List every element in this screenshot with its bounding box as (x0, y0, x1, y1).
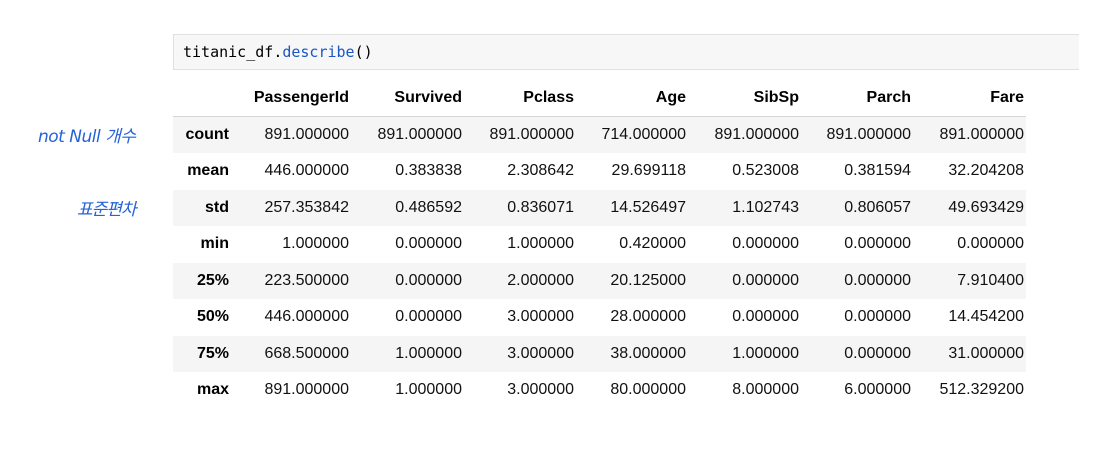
column-header: PassengerId (231, 80, 351, 117)
table-cell: 32.204208 (948, 162, 1024, 180)
dataframe-output-table: PassengerId Survived Pclass Age SibSp Pa… (173, 80, 1026, 409)
column-header: Age (576, 80, 688, 117)
table-cell: 0.000000 (957, 235, 1024, 253)
table-cell: 1.000000 (507, 235, 574, 253)
table-cell: 0.000000 (395, 235, 462, 253)
table-cell: 0.486592 (395, 198, 462, 216)
table-cell: 0.523008 (732, 162, 799, 180)
table-cell: 512.329200 (939, 381, 1024, 399)
table-row: min 1.000000 0.000000 1.000000 0.420000 … (173, 226, 1026, 263)
table-row: mean 446.000000 0.383838 2.308642 29.699… (173, 153, 1026, 190)
row-label: min (200, 235, 229, 253)
table-cell: 20.125000 (610, 271, 686, 289)
table-row: 50% 446.000000 0.000000 3.000000 28.0000… (173, 299, 1026, 336)
table-cell: 38.000000 (610, 344, 686, 362)
table-cell: 223.500000 (264, 271, 349, 289)
table-cell: 0.420000 (619, 235, 686, 253)
row-label: 25% (196, 271, 229, 289)
table-cell: 891.000000 (939, 126, 1024, 143)
row-label: 50% (196, 308, 229, 326)
table-cell: 257.353842 (264, 198, 349, 216)
table-cell: 49.693429 (948, 198, 1024, 216)
table-header-row: PassengerId Survived Pclass Age SibSp Pa… (173, 80, 1026, 117)
table-cell: 31.000000 (948, 344, 1024, 362)
index-header (173, 80, 231, 117)
table-cell: 0.000000 (732, 308, 799, 326)
table-cell: 1.000000 (395, 344, 462, 362)
table-cell: 1.102743 (732, 198, 799, 216)
column-header: Pclass (464, 80, 576, 117)
handwritten-note-std: 표준편차 (77, 200, 137, 220)
table-cell: 891.000000 (264, 126, 349, 143)
code-parens: () (354, 43, 373, 61)
code-variable: titanic_df (183, 43, 274, 61)
table-cell: 446.000000 (264, 308, 349, 326)
table-row: 75% 668.500000 1.000000 3.000000 38.0000… (173, 335, 1026, 372)
row-label: 75% (196, 344, 229, 362)
table-cell: 3.000000 (507, 308, 574, 326)
table-cell: 891.000000 (826, 126, 911, 143)
table-cell: 0.000000 (732, 235, 799, 253)
table-row: std 257.353842 0.486592 0.836071 14.5264… (173, 189, 1026, 226)
table-cell: 14.526497 (610, 198, 686, 216)
table-cell: 0.000000 (844, 344, 911, 362)
row-label: mean (187, 162, 229, 180)
table-cell: 28.000000 (610, 308, 686, 326)
table-cell: 2.308642 (507, 162, 574, 180)
table-cell: 1.000000 (732, 344, 799, 362)
table-cell: 3.000000 (507, 344, 574, 362)
table-cell: 6.000000 (844, 381, 911, 399)
code-cell-input[interactable]: titanic_df.describe() (173, 34, 1079, 70)
table-cell: 0.806057 (844, 198, 911, 216)
table-cell: 8.000000 (732, 381, 799, 399)
table-cell: 891.000000 (377, 126, 462, 143)
table-cell: 0.000000 (395, 271, 462, 289)
column-header: Parch (801, 80, 913, 117)
table-cell: 14.454200 (948, 308, 1024, 326)
table-cell: 0.000000 (395, 308, 462, 326)
table-cell: 0.000000 (732, 271, 799, 289)
table-row: count 891.000000 891.000000 891.000000 7… (173, 116, 1026, 153)
table-cell: 891.000000 (264, 381, 349, 399)
row-label: max (196, 381, 229, 399)
table-cell: 0.836071 (507, 198, 574, 216)
table-cell: 891.000000 (714, 126, 799, 143)
table-cell: 714.000000 (601, 126, 686, 143)
table-cell: 1.000000 (282, 235, 349, 253)
table-cell: 0.383838 (395, 162, 462, 180)
handwritten-note-count: not Null 개수 (38, 127, 136, 147)
table-cell: 80.000000 (610, 381, 686, 399)
row-label: std (205, 198, 229, 216)
row-label: count (185, 126, 229, 143)
table-cell: 2.000000 (507, 271, 574, 289)
code-dot: . (273, 43, 283, 61)
table-cell: 7.910400 (957, 271, 1024, 289)
table-cell: 0.000000 (844, 308, 911, 326)
table-cell: 668.500000 (264, 344, 349, 362)
table-row: 25% 223.500000 0.000000 2.000000 20.1250… (173, 262, 1026, 299)
table-cell: 29.699118 (611, 162, 686, 180)
table-cell: 1.000000 (395, 381, 462, 399)
table-cell: 0.381594 (844, 162, 911, 180)
table-cell: 0.000000 (844, 235, 911, 253)
code-method: describe (282, 43, 355, 61)
column-header: Survived (351, 80, 464, 117)
column-header: Fare (913, 80, 1026, 117)
table-row: max 891.000000 1.000000 3.000000 80.0000… (173, 372, 1026, 409)
table-cell: 0.000000 (844, 271, 911, 289)
table-cell: 891.000000 (489, 126, 574, 143)
column-header: SibSp (688, 80, 801, 117)
table-cell: 3.000000 (507, 381, 574, 399)
table-cell: 446.000000 (264, 162, 349, 180)
